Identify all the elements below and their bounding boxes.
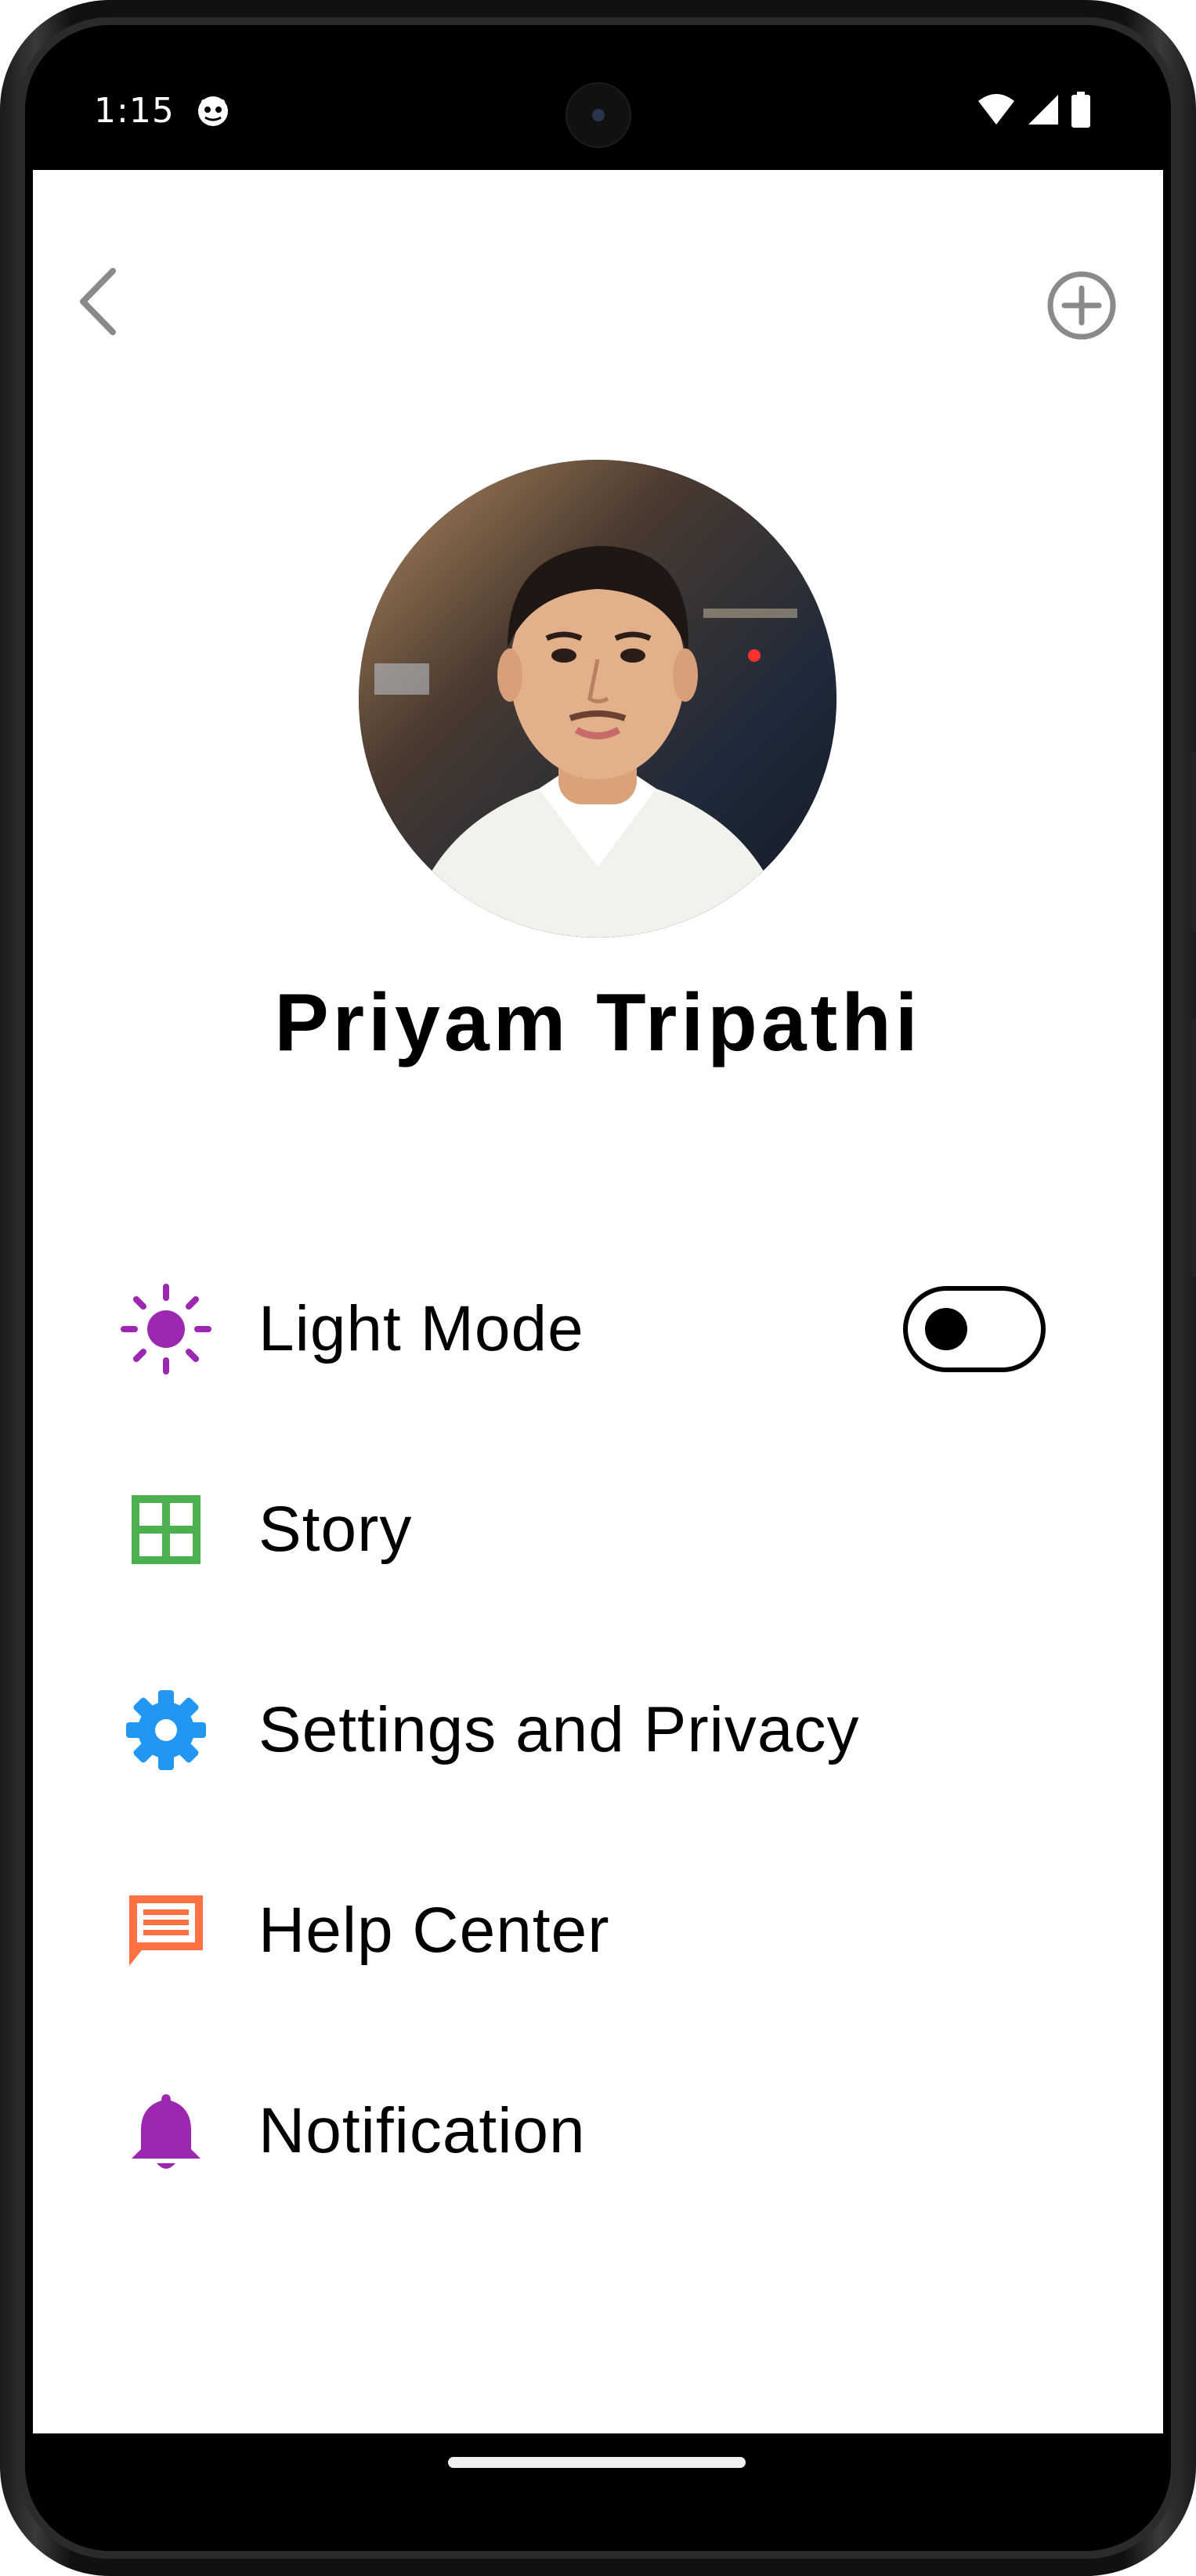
screen: 1:15 Priyam Tripathi Light Mode Story Se… <box>33 56 1163 2492</box>
home-indicator[interactable] <box>448 2457 746 2468</box>
profile-photo <box>359 460 836 938</box>
grid-icon <box>119 1483 213 1577</box>
toggle-knob <box>925 1308 967 1350</box>
front-camera <box>565 82 631 148</box>
add-button[interactable] <box>1042 268 1121 346</box>
profile-screen: Priyam Tripathi Light Mode Story Setting… <box>33 170 1163 2433</box>
menu-item-settings-privacy[interactable]: Settings and Privacy <box>33 1660 1163 1801</box>
status-icons <box>977 92 1091 131</box>
wifi-icon <box>977 93 1016 129</box>
power-button <box>1191 752 1196 932</box>
add-circle-icon <box>1046 269 1118 345</box>
sun-icon <box>119 1282 213 1376</box>
chevron-left-icon <box>74 266 121 341</box>
menu-item-light-mode[interactable]: Light Mode <box>33 1259 1163 1400</box>
back-button[interactable] <box>66 264 128 342</box>
menu-label-notification: Notification <box>258 2095 586 2166</box>
menu-label-settings-privacy: Settings and Privacy <box>258 1694 860 1765</box>
light-mode-toggle[interactable] <box>903 1286 1046 1372</box>
android-face-icon <box>196 94 230 128</box>
menu-label-story: Story <box>258 1494 413 1565</box>
menu-item-notification[interactable]: Notification <box>33 2061 1163 2202</box>
menu-item-help-center[interactable]: Help Center <box>33 1860 1163 2001</box>
avatar[interactable] <box>359 460 836 938</box>
status-time: 1:15 <box>94 91 175 131</box>
signal-icon <box>1027 93 1060 129</box>
chat-icon <box>119 1884 213 1978</box>
volume-button <box>1191 1018 1196 1277</box>
menu-item-story[interactable]: Story <box>33 1459 1163 1600</box>
phone-frame: 1:15 Priyam Tripathi Light Mode Story Se… <box>0 0 1196 2576</box>
navigation-bar <box>33 2433 1163 2492</box>
menu-label-light-mode: Light Mode <box>258 1293 584 1364</box>
status-bar: 1:15 <box>33 56 1163 170</box>
battery-icon <box>1071 92 1091 131</box>
profile-name: Priyam Tripathi <box>274 977 922 1068</box>
gear-icon <box>119 1683 213 1777</box>
bell-icon <box>119 2084 213 2178</box>
menu-label-help-center: Help Center <box>258 1895 610 1966</box>
